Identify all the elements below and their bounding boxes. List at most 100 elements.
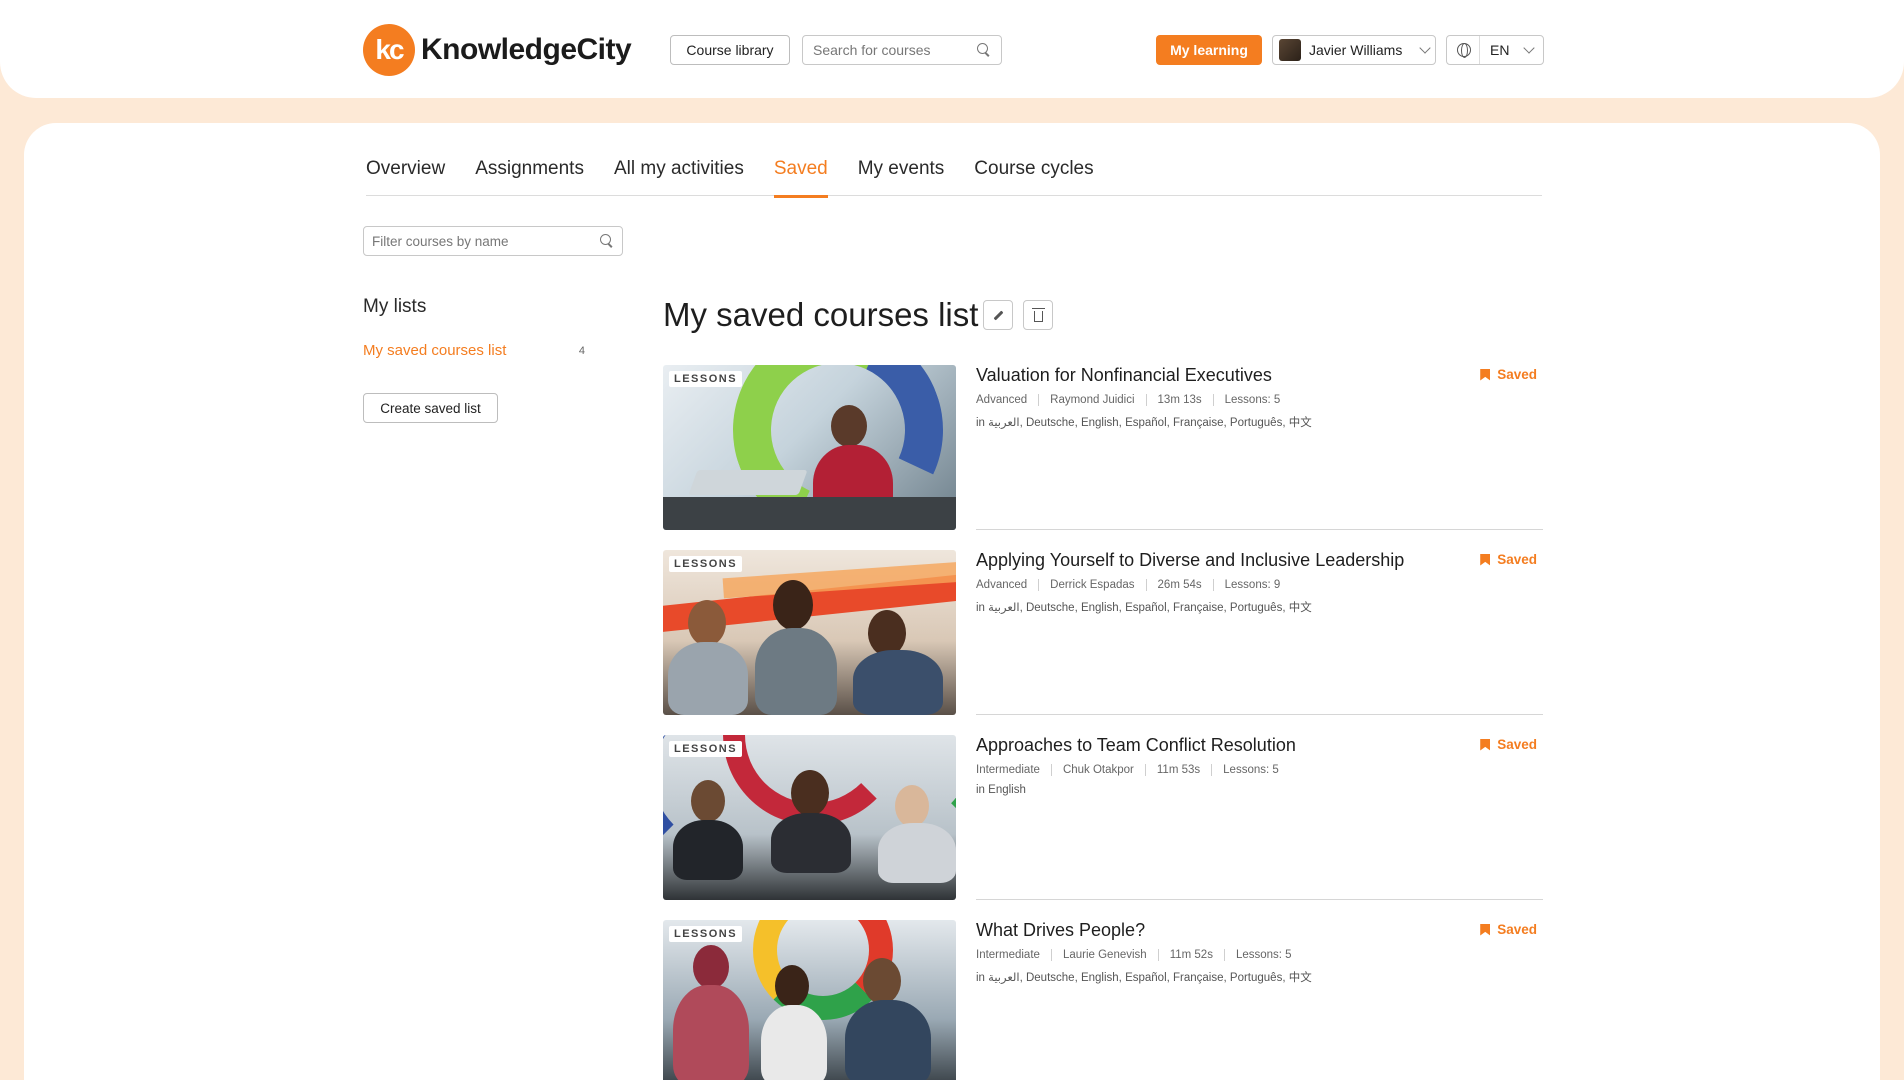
bookmark-icon [1480,738,1491,751]
saved-toggle[interactable]: Saved [1480,737,1537,752]
pencil-icon [993,310,1003,320]
thumbnail-person [775,965,809,1007]
chevron-down-icon [1523,42,1535,54]
lessons-badge: LESSONS [669,371,743,387]
course-info: Applying Yourself to Diverse and Inclusi… [976,550,1543,715]
sidebar-item-my-saved-courses-list[interactable]: My saved courses list 4 [363,342,585,359]
course-duration: 11m 53s [1144,764,1211,776]
course-row[interactable]: LESSONS Approaches to Team Conflict Reso… [663,735,1543,920]
course-lessons: Lessons: 5 [1211,764,1290,776]
saved-label: Saved [1497,922,1537,937]
thumbnail-person [693,945,729,989]
saved-toggle[interactable]: Saved [1480,922,1537,937]
tab-assignments[interactable]: Assignments [475,154,584,196]
course-search-input[interactable]: Search for courses [802,35,1002,65]
course-title[interactable]: Applying Yourself to Diverse and Inclusi… [976,550,1404,571]
saved-toggle[interactable]: Saved [1480,367,1537,382]
language-code: EN [1490,42,1510,58]
filter-courses-input[interactable]: Filter courses by name [363,226,623,256]
course-author: Laurie Genevish [1050,949,1158,961]
avatar [1279,39,1301,61]
create-saved-list-button[interactable]: Create saved list [363,393,498,423]
thumbnail-person [755,628,837,715]
tab-course-cycles[interactable]: Course cycles [974,154,1093,196]
thumbnail-person [761,1005,827,1080]
saved-label: Saved [1497,737,1537,752]
course-meta: Advanced Raymond Juidici 13m 13s Lessons… [976,394,1291,406]
my-learning-button[interactable]: My learning [1156,35,1262,65]
bookmark-icon [1480,553,1491,566]
thumbnail-person [791,770,829,816]
course-level: Advanced [976,394,1028,406]
thumbnail-person [831,405,867,447]
course-thumbnail[interactable]: LESSONS [663,735,956,900]
thumbnail-person [895,785,929,827]
tab-all-my-activities[interactable]: All my activities [614,154,744,196]
edit-list-button[interactable] [983,300,1013,330]
course-lessons: Lessons: 9 [1212,579,1292,591]
course-meta: Advanced Derrick Espadas 26m 54s Lessons… [976,579,1291,591]
course-row[interactable]: LESSONS Applying Yourself to Diverse and… [663,550,1543,735]
course-thumbnail[interactable]: LESSONS [663,365,956,530]
saved-toggle[interactable]: Saved [1480,552,1537,567]
thumbnail-person [668,642,748,715]
tab-saved[interactable]: Saved [773,154,828,198]
list-count: 4 [578,345,585,357]
filter-placeholder: Filter courses by name [372,233,509,249]
tab-my-events[interactable]: My events [858,154,945,196]
course-author: Derrick Espadas [1038,579,1145,591]
thumbnail-person [863,958,901,1004]
delete-list-button[interactable] [1023,300,1053,330]
course-author: Raymond Juidici [1038,394,1145,406]
divider [1479,36,1480,64]
lessons-badge: LESSONS [669,741,743,757]
course-thumbnail[interactable]: LESSONS [663,550,956,715]
course-library-button[interactable]: Course library [670,35,790,65]
trash-icon [1031,308,1045,322]
search-icon[interactable] [977,43,991,57]
course-title[interactable]: What Drives People? [976,920,1145,941]
thumbnail-person [771,813,851,873]
course-info: Valuation for Nonfinancial Executives Ad… [976,365,1543,530]
globe-icon [1457,43,1471,58]
course-thumbnail[interactable]: LESSONS [663,920,956,1080]
knowledgecity-logo[interactable]: kc KnowledgeCity [363,24,632,76]
course-title[interactable]: Approaches to Team Conflict Resolution [976,735,1296,756]
lessons-badge: LESSONS [669,926,743,942]
course-row[interactable]: LESSONS What Drives People? Intermediate… [663,920,1543,1080]
course-title[interactable]: Valuation for Nonfinancial Executives [976,365,1272,386]
course-duration: 11m 52s [1157,949,1224,961]
learning-tabs: Overview Assignments All my activities S… [366,154,1542,198]
lessons-badge: LESSONS [669,556,743,572]
logo-text: KnowledgeCity [421,33,632,66]
search-icon[interactable] [600,234,614,248]
course-author: Chuk Otakpor [1050,764,1145,776]
thumbnail-laptop [688,470,808,495]
course-meta: Intermediate Chuk Otakpor 11m 53s Lesson… [976,764,1290,776]
language-selector[interactable]: EN [1446,35,1544,65]
course-languages: in العربية, Deutsche, English, Español, … [976,602,1312,614]
tab-overview[interactable]: Overview [366,154,445,196]
saved-label: Saved [1497,367,1537,382]
saved-label: Saved [1497,552,1537,567]
chevron-down-icon [1419,42,1431,54]
logo-mark: kc [363,24,415,76]
course-level: Intermediate [976,764,1040,776]
course-duration: 26m 54s [1145,579,1213,591]
user-menu[interactable]: Javier Williams [1272,35,1436,65]
course-level: Advanced [976,579,1028,591]
thumbnail-person [773,580,813,630]
thumbnail-desk [663,497,956,530]
thumbnail-person [853,650,943,715]
thumbnail-person [688,600,726,646]
course-meta: Intermediate Laurie Genevish 11m 52s Les… [976,949,1303,961]
course-info: Approaches to Team Conflict Resolution I… [976,735,1543,900]
course-languages: in العربية, Deutsche, English, Español, … [976,417,1312,429]
course-level: Intermediate [976,949,1040,961]
sidebar-item-label: My saved courses list [363,342,507,359]
course-languages: in العربية, Deutsche, English, Español, … [976,972,1312,984]
thumbnail-person [673,820,743,880]
course-row[interactable]: LESSONS Valuation for Nonfinancial Execu… [663,365,1543,550]
course-lessons: Lessons: 5 [1223,949,1303,961]
bookmark-icon [1480,368,1491,381]
